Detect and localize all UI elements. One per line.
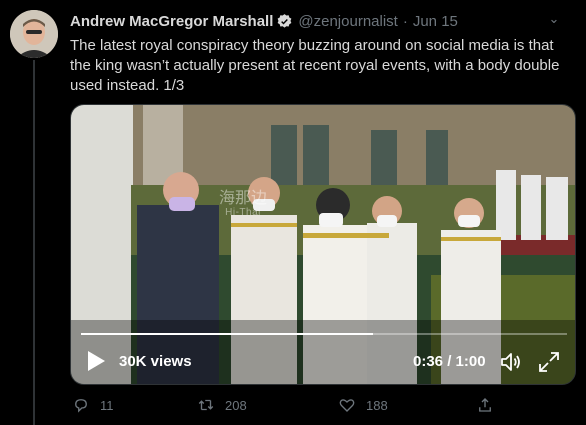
video-time: 0:36 / 1:00 xyxy=(413,353,486,370)
verified-badge-icon xyxy=(278,13,292,28)
retweet-count: 208 xyxy=(225,397,247,413)
tweet-date[interactable]: Jun 15 xyxy=(413,13,458,30)
avatar[interactable] xyxy=(10,10,58,58)
like-icon xyxy=(339,399,355,412)
video-progress-fill xyxy=(81,333,373,335)
tweet-header: Andrew MacGregor Marshall @zenjournalist… xyxy=(70,10,576,32)
video-frame xyxy=(71,105,575,384)
like-count: 188 xyxy=(366,397,388,413)
thread-connector-line xyxy=(33,60,35,425)
more-options-icon[interactable]: ⌄ xyxy=(544,12,564,32)
view-count: 30K views xyxy=(119,353,192,370)
reply-icon xyxy=(75,399,87,413)
author-name[interactable]: Andrew MacGregor Marshall xyxy=(70,13,273,30)
header-separator: · xyxy=(402,12,408,30)
author-handle[interactable]: @zenjournalist xyxy=(298,13,397,30)
retweet-button[interactable]: 208 xyxy=(197,396,247,414)
watermark-sub: Hi-Thai xyxy=(225,207,261,218)
tweet-actions: 11 208 188 xyxy=(70,396,576,418)
retweet-icon xyxy=(198,399,214,411)
share-button[interactable] xyxy=(476,396,504,414)
volume-icon[interactable] xyxy=(499,350,523,374)
share-icon xyxy=(479,398,491,412)
tweet-text: The latest royal conspiracy theory buzzi… xyxy=(70,37,560,94)
fullscreen-icon[interactable] xyxy=(537,350,561,374)
watermark-main: 海那边 xyxy=(219,190,268,207)
video-progress-bar[interactable] xyxy=(81,333,567,335)
play-icon[interactable] xyxy=(85,349,107,373)
video-player[interactable]: 海那边 Hi-Thai 30K views 0:36 / 1:00 xyxy=(70,104,576,385)
like-button[interactable]: 188 xyxy=(338,396,388,414)
reply-count: 11 xyxy=(100,397,114,413)
video-watermark: 海那边 Hi-Thai xyxy=(219,191,267,219)
reply-button[interactable]: 11 xyxy=(72,396,114,414)
